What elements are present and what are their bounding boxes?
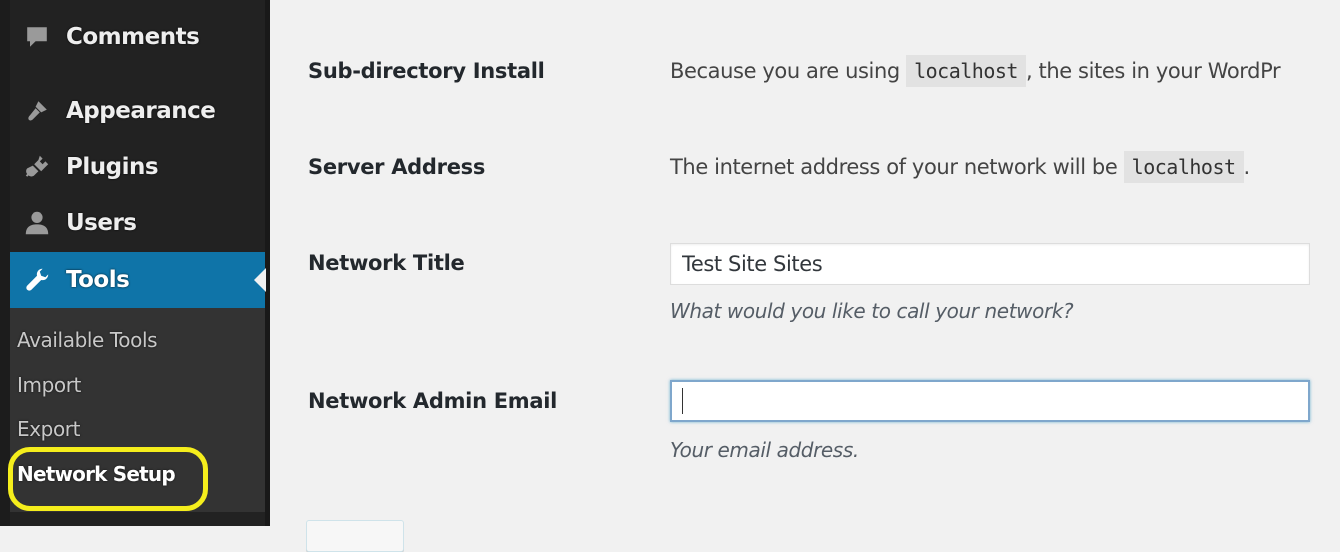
wrench-icon — [20, 265, 54, 295]
submenu-item-network-setup[interactable]: Network Setup — [17, 462, 176, 486]
localhost-code: localhost — [906, 55, 1026, 87]
submenu-item-export[interactable]: Export — [17, 417, 80, 441]
admin-email-description: Your email address. — [670, 438, 859, 462]
menu-item-tools[interactable]: Tools — [10, 252, 266, 308]
network-title-description: What would you like to call your network… — [670, 299, 1074, 323]
submenu-item-available-tools[interactable]: Available Tools — [17, 328, 158, 352]
text-before: Because you are using — [670, 59, 907, 83]
network-setup-form: Sub-directory Install Because you are us… — [270, 0, 1340, 552]
comment-icon — [20, 22, 54, 52]
menu-item-label: Comments — [66, 24, 200, 50]
admin-email-label: Network Admin Email — [308, 389, 558, 413]
server-address-label: Server Address — [308, 155, 486, 179]
plugin-icon — [20, 152, 54, 182]
menu-item-label: Users — [66, 210, 137, 236]
menu-item-comments[interactable]: Comments — [10, 12, 265, 62]
text-before: The internet address of your network wil… — [670, 155, 1124, 179]
install-button[interactable] — [306, 520, 404, 552]
sub-directory-label: Sub-directory Install — [308, 59, 545, 83]
paintbrush-icon — [20, 96, 54, 126]
admin-sidebar: Comments Appearance Plugins Users Tools … — [0, 0, 270, 526]
menu-item-label: Plugins — [66, 154, 159, 180]
network-title-input[interactable] — [670, 243, 1310, 285]
user-icon — [20, 208, 54, 238]
menu-item-appearance[interactable]: Appearance — [10, 86, 265, 136]
sub-directory-text: Because you are using localhost, the sit… — [670, 55, 1281, 87]
next-menu-item — [10, 512, 265, 526]
menu-item-users[interactable]: Users — [10, 198, 265, 248]
server-address-text: The internet address of your network wil… — [670, 151, 1251, 183]
admin-email-input[interactable] — [670, 380, 1310, 422]
text-caret — [682, 388, 683, 414]
submenu-item-import[interactable]: Import — [17, 373, 81, 397]
text-after: . — [1243, 155, 1251, 179]
network-title-label: Network Title — [308, 251, 465, 275]
menu-item-label: Appearance — [66, 98, 216, 124]
current-menu-arrow — [254, 268, 266, 292]
localhost-code: localhost — [1123, 151, 1244, 183]
text-after: , the sites in your WordPr — [1025, 59, 1281, 83]
menu-item-label: Tools — [66, 267, 130, 293]
menu-item-plugins[interactable]: Plugins — [10, 142, 265, 192]
